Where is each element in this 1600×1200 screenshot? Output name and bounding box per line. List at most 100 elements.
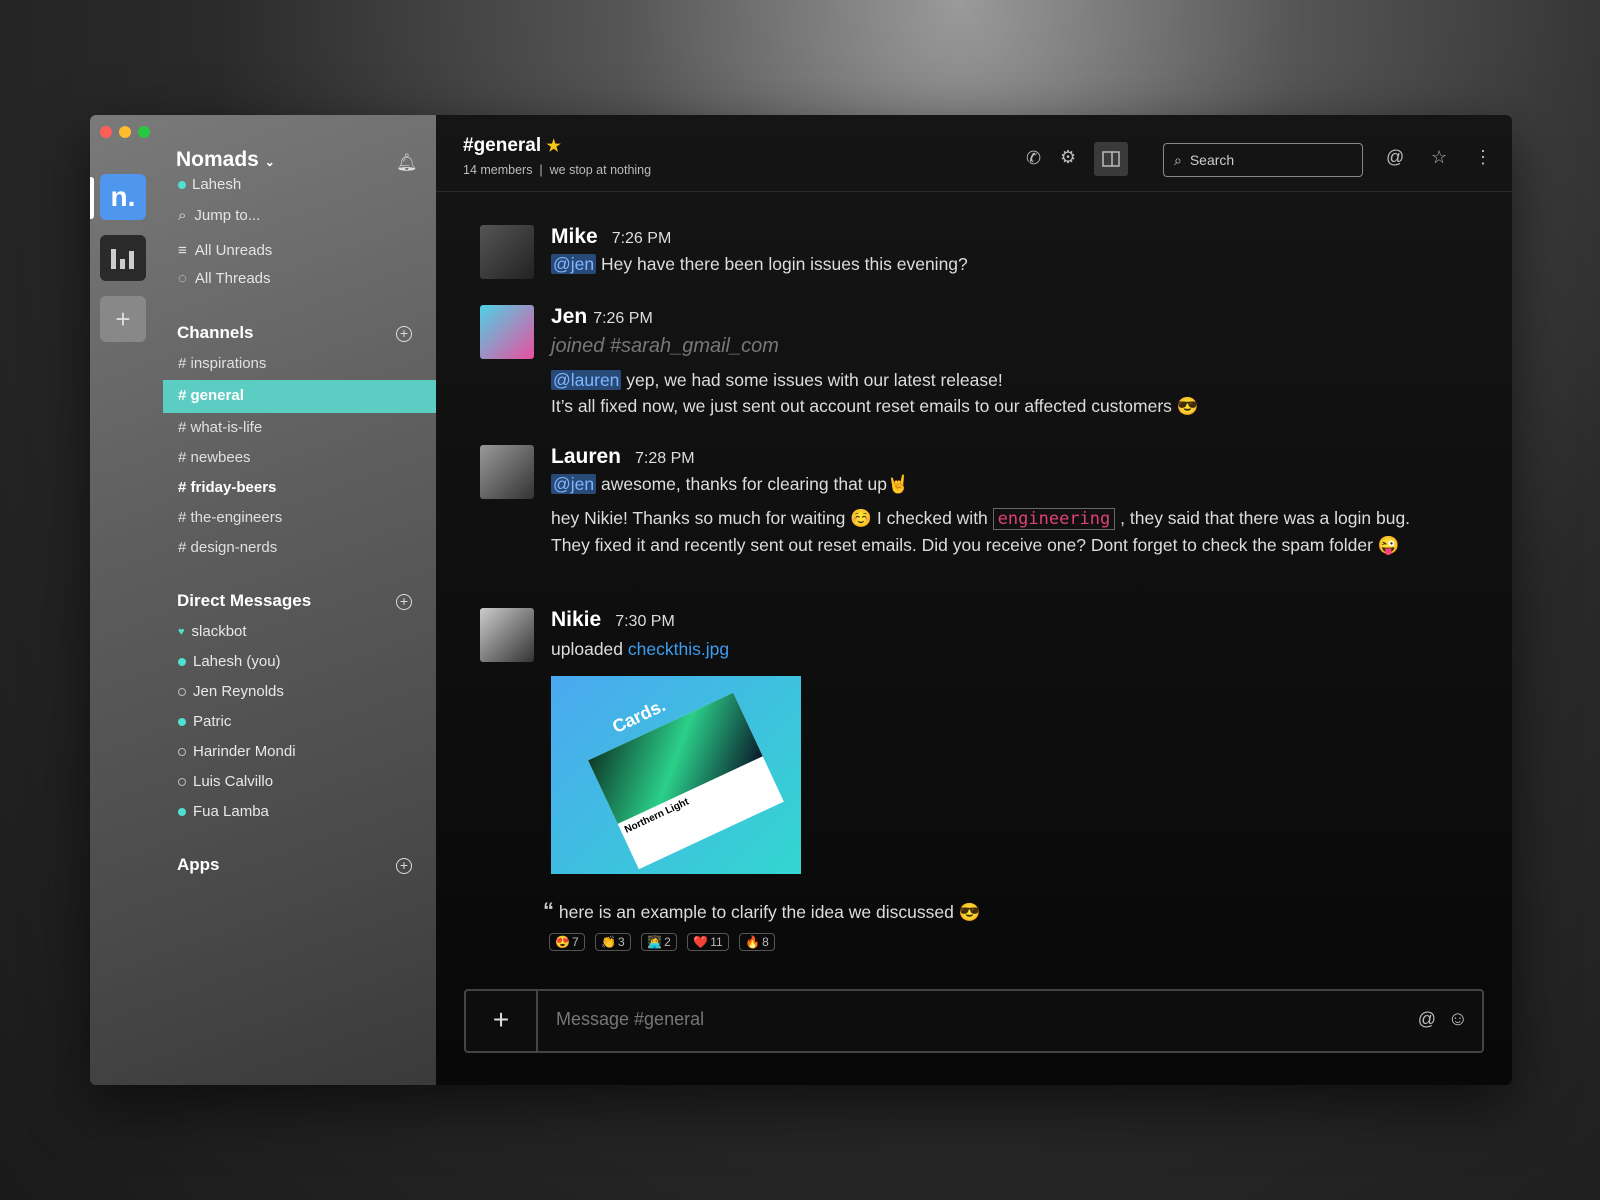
dm-label: Jen Reynolds	[193, 683, 284, 700]
dm-heading[interactable]: Direct Messages	[177, 591, 311, 611]
details-panel-button[interactable]	[1094, 142, 1128, 176]
gear-icon[interactable]: ⚙	[1060, 147, 1076, 168]
team-label: Nomads	[176, 148, 259, 171]
app-window: n. + Nomads ⌄ 🔔︎ Lahesh ⌕ Jump to... ≡ All…	[90, 115, 1512, 1085]
online-status-icon	[178, 657, 186, 666]
away-status-icon	[178, 777, 186, 786]
search-input[interactable]: ⌕ Search	[1163, 143, 1363, 177]
more-options-icon[interactable]: ⋮	[1474, 147, 1492, 168]
quote-icon: “	[543, 898, 554, 923]
header-divider	[436, 191, 1512, 192]
jump-to-button[interactable]: ⌕ Jump to...	[178, 207, 260, 224]
workspace-analytics[interactable]	[100, 235, 146, 281]
emoji-icon[interactable]: ☺	[1448, 1008, 1468, 1031]
heart-icon: ♥	[178, 625, 185, 638]
workspace-nomads[interactable]: n.	[100, 174, 146, 220]
reaction-clap[interactable]: 👏 3	[595, 933, 631, 951]
mention[interactable]: @jen	[551, 474, 597, 494]
author-name[interactable]: Mike	[551, 225, 598, 248]
reaction-emoji: ❤️	[693, 935, 709, 949]
channel-newbees[interactable]: # newbees	[178, 449, 251, 466]
maximize-button[interactable]	[138, 126, 150, 138]
avatar[interactable]	[480, 445, 534, 499]
quote-text: here is an example to clarify the idea w…	[558, 902, 981, 922]
star-icon[interactable]: ★	[546, 138, 560, 155]
mention[interactable]: @lauren	[551, 370, 622, 390]
add-workspace-button[interactable]: +	[100, 296, 146, 342]
dm-harinder-mondi[interactable]: Harinder Mondi	[178, 743, 296, 760]
author-name[interactable]: Nikie	[551, 608, 601, 631]
channel-what-is-life[interactable]: # what-is-life	[178, 419, 262, 436]
member-count[interactable]: 14 members	[463, 163, 532, 177]
dm-label: Harinder Mondi	[193, 743, 296, 760]
upload-notice: uploaded	[551, 639, 624, 659]
list-icon: ≡	[178, 242, 187, 259]
bell-icon[interactable]: 🔔︎	[396, 153, 418, 173]
reaction-emoji: 👏	[601, 935, 617, 949]
author-name[interactable]: Jen	[551, 305, 587, 328]
message-input[interactable]: Message #general	[556, 1009, 704, 1030]
dm-luis-calvillo[interactable]: Luis Calvillo	[178, 773, 273, 790]
sidebar: n. + Nomads ⌄ 🔔︎ Lahesh ⌕ Jump to... ≡ All…	[90, 115, 436, 1085]
add-channel-icon[interactable]: +	[396, 326, 412, 342]
add-dm-icon[interactable]: +	[396, 594, 412, 610]
all-threads-item[interactable]: ◌ All Threads	[178, 270, 271, 287]
join-notice: joined #sarah_gmail_com	[551, 335, 779, 357]
minimize-button[interactable]	[119, 126, 131, 138]
all-unreads-label: All Unreads	[194, 242, 273, 259]
all-threads-label: All Threads	[194, 270, 271, 287]
timestamp: 7:30 PM	[615, 613, 675, 630]
phone-icon[interactable]: ✆	[1026, 148, 1041, 169]
attach-plus-button[interactable]: +	[466, 991, 538, 1051]
avatar[interactable]	[480, 608, 534, 662]
mention[interactable]: @jen	[551, 254, 597, 274]
team-name[interactable]: Nomads ⌄	[176, 148, 275, 172]
reaction-count: 2	[664, 935, 671, 949]
mention-icon[interactable]: @	[1418, 1009, 1436, 1030]
reaction-heart-eyes[interactable]: 😍 7	[549, 933, 585, 951]
dm-patric[interactable]: Patric	[178, 713, 231, 730]
reactions: 😍 7 👏 3 👩‍💻 2 ❤️ 11 🔥 8	[549, 933, 1443, 951]
reaction-heart[interactable]: ❤️ 11	[687, 933, 729, 951]
dm-slackbot[interactable]: ♥ slackbot	[178, 623, 247, 640]
search-icon: ⌕	[1174, 151, 1182, 168]
reaction-emoji: 👩‍💻	[647, 935, 663, 949]
mentions-icon[interactable]: @	[1386, 147, 1404, 168]
all-unreads-item[interactable]: ≡ All Unreads	[178, 242, 272, 259]
message-text: awesome, thanks for clearing that up🤘	[601, 474, 909, 494]
online-status-icon	[178, 807, 186, 816]
channel-design-nerds[interactable]: # design-nerds	[178, 539, 277, 556]
close-button[interactable]	[100, 126, 112, 138]
dm-lahesh[interactable]: Lahesh (you)	[178, 653, 281, 670]
author-name[interactable]: Lauren	[551, 445, 621, 468]
workspace-selected-indicator	[90, 177, 94, 219]
message-text: It’s all fixed now, we just sent out acc…	[551, 396, 1199, 416]
dm-label: Fua Lamba	[193, 803, 269, 820]
dm-fua-lamba[interactable]: Fua Lamba	[178, 803, 269, 820]
dm-label: Luis Calvillo	[193, 773, 274, 790]
channel-the-engineers[interactable]: # the-engineers	[178, 509, 282, 526]
avatar[interactable]	[480, 225, 534, 279]
avatar[interactable]	[480, 305, 534, 359]
channels-heading[interactable]: Channels	[177, 323, 254, 343]
dm-label: slackbot	[191, 623, 247, 640]
add-app-icon[interactable]: +	[396, 858, 412, 874]
reaction-count: 8	[762, 935, 769, 949]
away-status-icon	[178, 687, 186, 696]
channel-friday-beers[interactable]: # friday-beers	[178, 479, 276, 496]
reaction-technologist[interactable]: 👩‍💻 2	[641, 933, 677, 951]
star-outline-icon[interactable]: ☆	[1431, 147, 1447, 168]
file-link[interactable]: checkthis.jpg	[628, 639, 729, 659]
channel-name: #general	[463, 135, 542, 156]
message-text: Hey have there been login issues this ev…	[601, 254, 968, 274]
channel-info: 14 members | we stop at nothing	[463, 163, 652, 177]
timestamp: 7:26 PM	[593, 310, 653, 327]
channel-inspirations[interactable]: # inspirations	[178, 355, 266, 372]
uploaded-image[interactable]: Northern Light Cards.	[551, 676, 801, 874]
chevron-down-icon: ⌄	[264, 155, 275, 169]
apps-heading[interactable]: Apps	[177, 855, 220, 875]
inline-code: engineering	[992, 508, 1116, 530]
dm-jen-reynolds[interactable]: Jen Reynolds	[178, 683, 284, 700]
channel-general[interactable]: # general	[178, 387, 244, 404]
reaction-fire[interactable]: 🔥 8	[739, 933, 775, 951]
